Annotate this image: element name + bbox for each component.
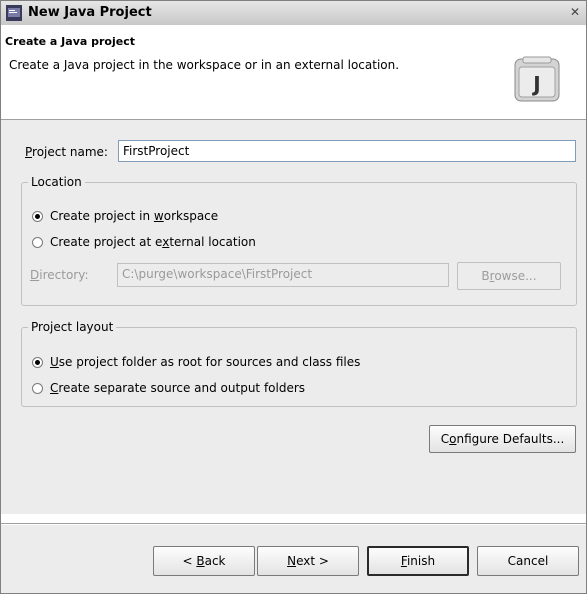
title-bar[interactable]: New Java Project ✕: [1, 1, 586, 26]
banner-description: Create a Java project in the workspace o…: [9, 58, 400, 72]
eclipse-app-icon: [6, 5, 22, 21]
create-external-option[interactable]: Create project at external location: [32, 235, 256, 249]
wizard-body: Project name: FirstProject Location Crea…: [1, 120, 586, 514]
next-button[interactable]: Next >: [257, 546, 359, 576]
external-radio-label: Create project at external location: [50, 235, 256, 249]
separate-folders-option[interactable]: Create separate source and output folder…: [32, 381, 305, 395]
project-layout-legend: Project layout: [28, 320, 117, 334]
cancel-button[interactable]: Cancel: [477, 546, 579, 576]
workspace-radio-label: Create project in workspace: [50, 209, 219, 223]
wizard-banner: Create a Java project Create a Java proj…: [1, 25, 586, 120]
project-name-label: Project name:: [25, 145, 108, 159]
directory-label: Directory:: [30, 268, 89, 282]
location-group: Location Create project in workspace Cre…: [21, 175, 577, 306]
java-project-icon: J: [514, 56, 560, 102]
back-button[interactable]: < Back: [153, 546, 255, 576]
project-name-field[interactable]: FirstProject: [118, 140, 576, 162]
separate-folders-radio-label: Create separate source and output folder…: [50, 381, 306, 395]
directory-field[interactable]: C:\purge\workspace\FirstProject: [117, 263, 449, 287]
single-folder-option[interactable]: Use project folder as root for sources a…: [32, 355, 360, 369]
finish-button[interactable]: Finish: [367, 546, 469, 576]
single-folder-radio-label: Use project folder as root for sources a…: [50, 355, 361, 369]
workspace-radio[interactable]: [32, 210, 43, 222]
configure-defaults-button[interactable]: Configure Defaults...: [429, 425, 576, 453]
separate-folders-radio[interactable]: [32, 382, 43, 394]
location-legend: Location: [28, 175, 85, 189]
project-layout-group: Project layout Use project folder as roo…: [21, 320, 577, 407]
java-icon-letter: J: [531, 72, 540, 96]
window-title: New Java Project: [28, 5, 152, 20]
wizard-footer: < Back Next > Finish Cancel: [1, 525, 586, 593]
single-folder-radio[interactable]: [32, 356, 43, 368]
banner-title: Create a Java project: [5, 35, 135, 48]
create-in-workspace-option[interactable]: Create project in workspace: [32, 209, 218, 223]
browse-button[interactable]: Browse...: [457, 262, 561, 290]
close-icon[interactable]: ✕: [568, 5, 582, 19]
new-java-project-window: New Java Project ✕ Create a Java project…: [0, 0, 587, 594]
external-radio[interactable]: [32, 236, 43, 248]
